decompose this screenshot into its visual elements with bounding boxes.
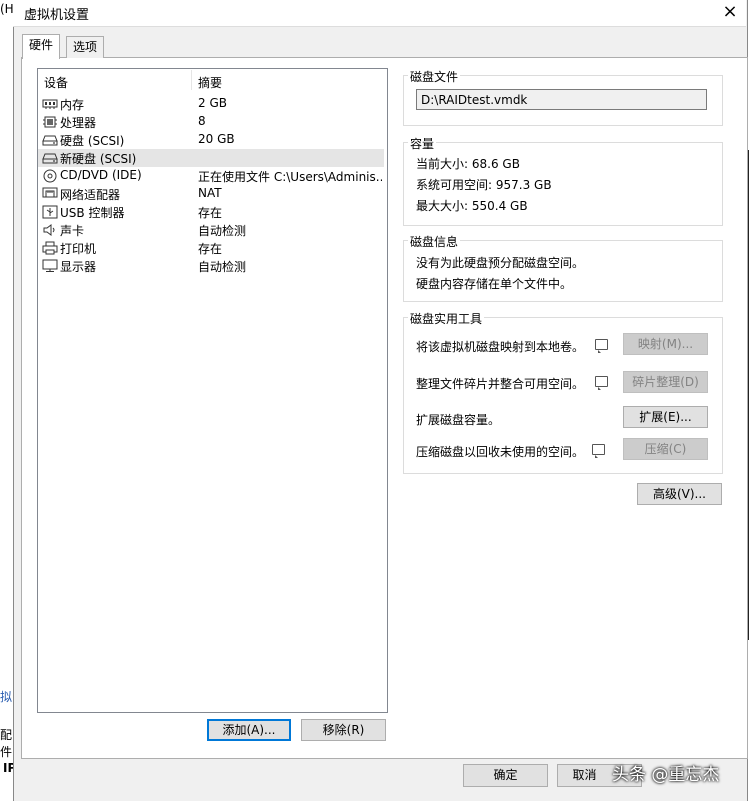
- current-size-text: 当前大小: 68.6 GB: [416, 157, 520, 171]
- compact-disk-text: 压缩磁盘以回收未使用的空间。: [416, 445, 585, 459]
- device-summary: 正在使用文件 C:\Users\Adminis...: [198, 170, 382, 184]
- disk-info-group-title: 磁盘信息: [408, 233, 461, 250]
- speaker-icon: [43, 224, 55, 236]
- device-summary: 存在: [198, 242, 223, 256]
- memory-icon: [42, 99, 58, 109]
- close-button[interactable]: ×: [718, 1, 742, 23]
- usb-icon: [42, 205, 58, 219]
- defrag-text: 整理文件碎片并整合可用空间。: [416, 377, 585, 391]
- device-name: CD/DVD (IDE): [60, 168, 142, 182]
- expand-disk-text: 扩展磁盘容量。: [416, 413, 501, 427]
- info-bubble-icon: [592, 444, 605, 458]
- disk-file-path-field[interactable]: D:\RAIDtest.vmdk: [416, 89, 707, 110]
- column-header-device[interactable]: 设备: [44, 74, 68, 91]
- harddisk-icon: [42, 135, 58, 146]
- available-space-text: 系统可用空间: 957.3 GB: [416, 178, 552, 192]
- disk-file-group-title: 磁盘文件: [408, 68, 461, 85]
- device-row-cd-dvd[interactable]: CD/DVD (IDE) 正在使用文件 C:\Users\Adminis...: [38, 167, 384, 185]
- device-name: 硬盘 (SCSI): [60, 134, 125, 148]
- network-icon: [42, 187, 58, 198]
- device-summary: 2 GB: [198, 96, 227, 110]
- remove-device-button[interactable]: 移除(R): [301, 719, 386, 741]
- device-name: 显示器: [60, 260, 97, 274]
- device-row-harddisk[interactable]: 硬盘 (SCSI) 20 GB: [38, 131, 384, 149]
- column-header-summary[interactable]: 摘要: [198, 74, 222, 91]
- printer-icon: [42, 241, 58, 255]
- device-name: 处理器: [60, 116, 97, 130]
- device-row-memory[interactable]: 内存 2 GB: [38, 95, 384, 113]
- capacity-group-title: 容量: [408, 135, 437, 152]
- device-row-printer[interactable]: 打印机 存在: [38, 239, 384, 257]
- disk-utilities-group-title: 磁盘实用工具: [408, 310, 485, 327]
- device-row-network[interactable]: 网络适配器 NAT: [38, 185, 384, 203]
- info-bubble-icon: [595, 339, 608, 353]
- map-button[interactable]: 映射(M)...: [623, 333, 708, 355]
- device-name: 内存: [60, 98, 85, 112]
- harddisk-icon: [42, 153, 58, 164]
- advanced-button[interactable]: 高级(V)...: [637, 483, 722, 505]
- map-disk-text: 将该虚拟机磁盘映射到本地卷。: [416, 340, 585, 354]
- background-text-fragment: 件: [0, 745, 13, 759]
- monitor-icon: [42, 259, 58, 272]
- ok-button[interactable]: 确定: [463, 764, 548, 787]
- device-row-usb[interactable]: USB 控制器 存在: [38, 203, 384, 221]
- background-app: [0, 0, 14, 801]
- device-row-processor[interactable]: 处理器 8: [38, 113, 384, 131]
- cd-icon: [43, 169, 57, 183]
- device-summary: 自动检测: [198, 224, 247, 238]
- background-text-fragment: 配: [0, 728, 13, 742]
- device-name: 新硬盘 (SCSI): [60, 152, 137, 166]
- add-device-button[interactable]: 添加(A)...: [207, 719, 291, 741]
- column-divider[interactable]: [191, 70, 192, 90]
- window-title: 虚拟机设置: [24, 8, 90, 23]
- device-row-sound[interactable]: 声卡 自动检测: [38, 221, 384, 239]
- title-bar: [13, 0, 746, 27]
- device-name: 声卡: [60, 224, 85, 238]
- device-row-display[interactable]: 显示器 自动检测: [38, 257, 384, 275]
- device-summary: 8: [198, 114, 206, 128]
- device-summary: 自动检测: [198, 260, 247, 274]
- close-icon: ×: [722, 1, 738, 22]
- defragment-button[interactable]: 碎片整理(D): [623, 371, 708, 393]
- device-summary: 存在: [198, 206, 223, 220]
- device-summary: 20 GB: [198, 132, 235, 146]
- device-row-new-harddisk[interactable]: 新硬盘 (SCSI): [38, 149, 384, 167]
- disk-info-line: 硬盘内容存储在单个文件中。: [416, 277, 573, 291]
- device-name: USB 控制器: [60, 206, 125, 220]
- device-summary: NAT: [198, 186, 222, 200]
- info-bubble-icon: [595, 376, 608, 390]
- max-size-text: 最大大小: 550.4 GB: [416, 199, 528, 213]
- tab-options[interactable]: 选项: [66, 36, 105, 58]
- cpu-icon: [43, 116, 57, 128]
- expand-button[interactable]: 扩展(E)...: [623, 406, 708, 428]
- device-name: 网络适配器: [60, 188, 121, 202]
- compact-button[interactable]: 压缩(C): [623, 438, 708, 460]
- watermark-text: 头条 @重忘杰: [612, 765, 720, 785]
- tab-hardware[interactable]: 硬件: [22, 34, 61, 59]
- background-text-fragment: 拟: [0, 690, 13, 704]
- disk-info-line: 没有为此硬盘预分配磁盘空间。: [416, 256, 585, 270]
- device-name: 打印机: [60, 242, 97, 256]
